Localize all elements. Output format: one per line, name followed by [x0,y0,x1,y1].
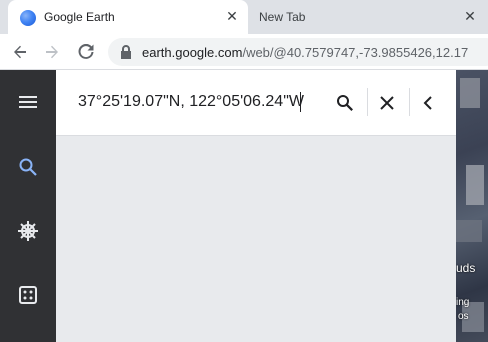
search-button[interactable] [14,153,42,181]
map-place-label: uds [456,261,476,275]
dice-icon [19,286,37,304]
building-shape [460,78,480,108]
text-cursor [300,92,301,112]
url-text: earth.google.com/web/@40.7579747,-73.985… [142,45,469,60]
collapse-panel-button[interactable] [417,92,439,114]
search-bar [56,70,456,136]
hamburger-menu-icon [19,96,37,108]
submit-search-button[interactable] [334,92,356,114]
map-place-label: os [458,311,469,322]
tab-google-earth[interactable]: Google Earth ✕ [8,0,248,34]
voyager-button[interactable] [14,217,42,245]
earth-map-view[interactable]: uds ing os [456,70,488,342]
earth-nav-rail [0,70,56,342]
tab-close-icon[interactable]: ✕ [224,8,240,24]
divider [409,88,410,116]
ship-wheel-icon [18,221,38,241]
tab-title: Google Earth [44,10,115,24]
search-icon [19,158,37,176]
close-icon [380,96,394,110]
divider [367,88,368,116]
tab-title: New Tab [259,10,306,24]
feeling-lucky-button[interactable] [14,281,42,309]
forward-button[interactable] [42,42,62,62]
building-shape [456,220,482,242]
building-shape [466,165,484,205]
map-place-label: ing [456,297,470,308]
tab-new-tab[interactable]: New Tab ✕ [248,0,488,34]
forward-arrow-icon [46,45,58,59]
search-panel [56,70,456,342]
chevron-left-icon [423,96,432,110]
back-button[interactable] [10,42,30,62]
clear-search-button[interactable] [376,92,398,114]
google-earth-favicon-icon [20,10,36,26]
address-bar[interactable]: earth.google.com/web/@40.7579747,-73.985… [108,38,488,66]
tab-strip: Google Earth ✕ New Tab ✕ [0,0,488,34]
lock-icon [121,45,131,59]
browser-toolbar: earth.google.com/web/@40.7579747,-73.985… [0,34,488,70]
search-icon [337,95,353,111]
back-arrow-icon [14,45,26,59]
menu-button[interactable] [14,88,42,116]
tab-close-icon[interactable]: ✕ [462,8,478,24]
reload-button[interactable] [76,42,96,62]
reload-icon [78,44,94,59]
search-input[interactable] [78,90,328,114]
